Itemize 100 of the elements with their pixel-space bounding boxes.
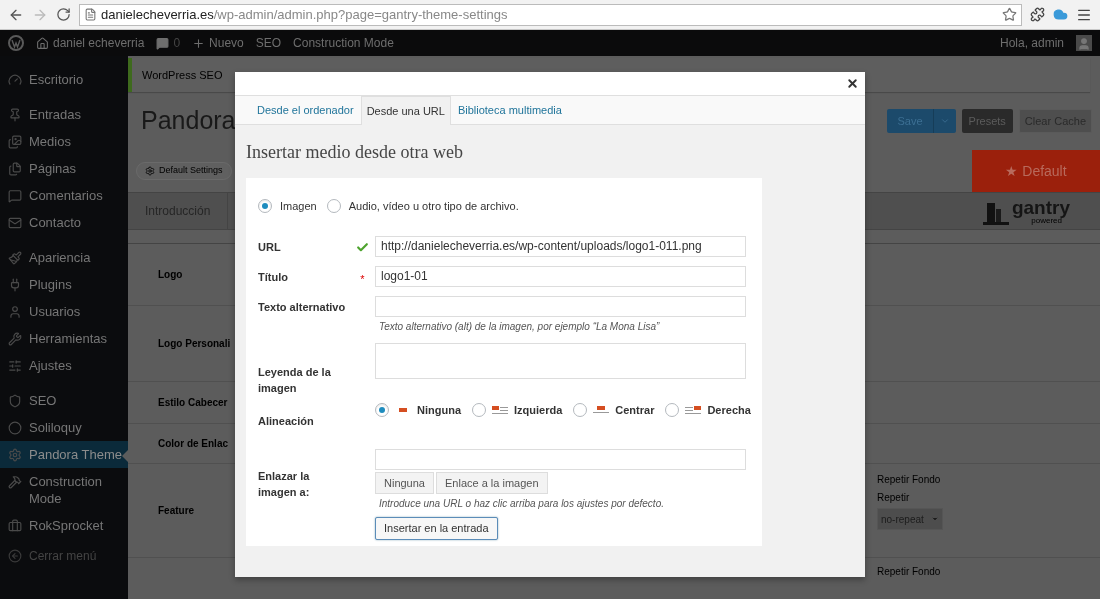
plus-icon <box>192 36 206 50</box>
gantry-logo: gantry powered <box>982 197 1070 225</box>
sidebar-item[interactable]: Contacto <box>0 209 128 236</box>
preset-banner: ★ Default <box>972 150 1100 192</box>
admin-bar-link[interactable]: SEO <box>255 34 282 52</box>
bookmark-icon[interactable] <box>1002 7 1017 22</box>
text-field[interactable]: http://danielecheverria.es/wp-content/uploads/logo1-011.png <box>375 235 746 257</box>
brush-icon <box>8 251 22 265</box>
insert-button[interactable]: Insertar en la entrada <box>375 517 498 540</box>
alignment-icon <box>593 405 610 416</box>
gear-icon <box>145 166 155 176</box>
sidebar-item[interactable]: Comentarios <box>0 182 128 209</box>
images-icon <box>8 135 22 149</box>
avatar[interactable] <box>1076 35 1092 51</box>
caret-icon <box>939 116 950 126</box>
radio-label: Ninguna <box>417 403 461 418</box>
url-text: danielecheverria.es/wp-admin/admin.php?page=gantry-theme-settings <box>101 5 508 24</box>
sidebar-item[interactable]: Páginas <box>0 155 128 182</box>
field-label: Alineación <box>258 414 315 429</box>
radio-label: Imagen <box>280 199 317 214</box>
radio-button[interactable] <box>472 403 486 418</box>
field-label: Leyenda de la imagen <box>258 365 332 396</box>
field-label: Texto alternativo <box>258 300 347 315</box>
dialog-tab[interactable]: Desde el ordenador <box>252 96 359 125</box>
radio-label: Izquierda <box>514 403 563 418</box>
radio-label: Audio, vídeo u otro tipo de archivo. <box>348 199 519 214</box>
default-settings-button[interactable]: Default Settings <box>136 162 232 180</box>
radio-button[interactable] <box>258 199 272 214</box>
field-hint: Introduce una URL o haz clic arriba para los ajustes por defecto. <box>378 497 665 511</box>
field-label: Enlazar la imagen a: <box>258 469 311 500</box>
site-link[interactable]: daniel echeverria <box>53 34 145 52</box>
field-label: URL <box>258 239 282 255</box>
sidebar-item[interactable]: Ajustes <box>0 352 128 379</box>
field-heading: Repetir Fondo <box>877 473 942 487</box>
collapse-icon <box>8 549 22 563</box>
address-bar[interactable]: danielecheverria.es/wp-admin/admin.php?page=gantry-theme-settings <box>79 3 1022 26</box>
plug-icon <box>8 278 22 292</box>
mail-icon <box>8 216 22 230</box>
dialog-heading: Insertar medio desde otra web <box>245 141 464 164</box>
radio-label: Centrar <box>615 403 655 418</box>
radio-button[interactable] <box>375 403 389 418</box>
radio-button[interactable] <box>326 199 341 214</box>
sidebar-item[interactable]: Herramientas <box>0 325 128 352</box>
sidebar-item[interactable]: Medios <box>0 128 128 155</box>
comment-icon <box>156 36 170 50</box>
radio-label: Derecha <box>707 403 751 418</box>
page-icon <box>84 8 97 21</box>
setting-label: Logo <box>158 268 183 282</box>
alignment-icon <box>685 405 702 416</box>
text-field[interactable]: logo1-01 <box>375 265 746 287</box>
cloud-icon[interactable] <box>1053 7 1068 22</box>
notice-text: WordPress SEO <box>142 67 223 83</box>
page-title: Pandora <box>141 105 236 137</box>
sidebar-item[interactable]: SEO <box>0 387 128 414</box>
new-link[interactable]: Nuevo <box>209 34 244 52</box>
sidebar-item[interactable]: Pandora Theme <box>0 441 128 468</box>
setting-label: Color de Enlac <box>158 437 228 451</box>
link-option-button[interactable]: Ninguna <box>375 472 434 494</box>
comment-icon <box>8 189 22 203</box>
sidebar-item[interactable]: Usuarios <box>0 298 128 325</box>
radio-button[interactable] <box>665 403 680 418</box>
reload-icon[interactable] <box>56 7 71 22</box>
link-option-button[interactable]: Enlace a la imagen <box>436 472 548 494</box>
admin-bar-link[interactable]: Construction Mode <box>293 34 394 52</box>
sidebar-item[interactable]: Entradas <box>0 101 128 128</box>
alignment-icon <box>492 405 508 416</box>
field-label: Título <box>258 269 289 285</box>
close-button[interactable] <box>845 76 859 91</box>
dialog-tab[interactable]: Biblioteca multimedia <box>452 96 567 125</box>
hammer-icon <box>8 475 22 489</box>
sidebar-item[interactable]: Apariencia <box>0 244 128 271</box>
caret-icon <box>931 515 939 523</box>
dialog-tab[interactable]: Desde una URL <box>360 96 451 125</box>
sliders-icon <box>8 359 22 373</box>
sidebar-item[interactable]: Soliloquy <box>0 414 128 441</box>
greeting-link[interactable]: Hola, admin <box>999 34 1064 52</box>
home-icon <box>36 36 49 50</box>
field-hint: Texto alternativo (alt) de la imagen, por ejemplo “La Mona Lisa” <box>378 320 661 334</box>
wordpress-logo[interactable] <box>8 35 24 51</box>
required-mark: * <box>360 271 365 287</box>
sidebar-item[interactable]: Escritorio <box>0 66 128 93</box>
field-heading: Repetir Fondo <box>877 565 942 579</box>
pages-icon <box>8 162 22 176</box>
briefcase-icon <box>8 519 22 533</box>
sidebar-item[interactable]: RokSprocket <box>0 512 128 539</box>
circle-icon <box>8 421 22 435</box>
dashboard-icon <box>8 73 22 87</box>
selection-pointer <box>122 450 128 462</box>
setting-label: Estilo Cabecer <box>158 396 228 410</box>
sidebar-item[interactable]: Plugins <box>0 271 128 298</box>
field-label: Repetir <box>877 491 911 505</box>
pin-icon <box>8 108 22 122</box>
wrench-icon <box>8 332 22 346</box>
radio-button[interactable] <box>573 403 588 418</box>
sidebar-item[interactable]: Construction Mode <box>0 468 128 512</box>
shield-icon <box>8 394 22 408</box>
text-field[interactable] <box>375 296 746 317</box>
extension-icon[interactable] <box>1030 7 1045 22</box>
user-icon <box>8 305 22 319</box>
link-url-field[interactable] <box>375 449 746 470</box>
